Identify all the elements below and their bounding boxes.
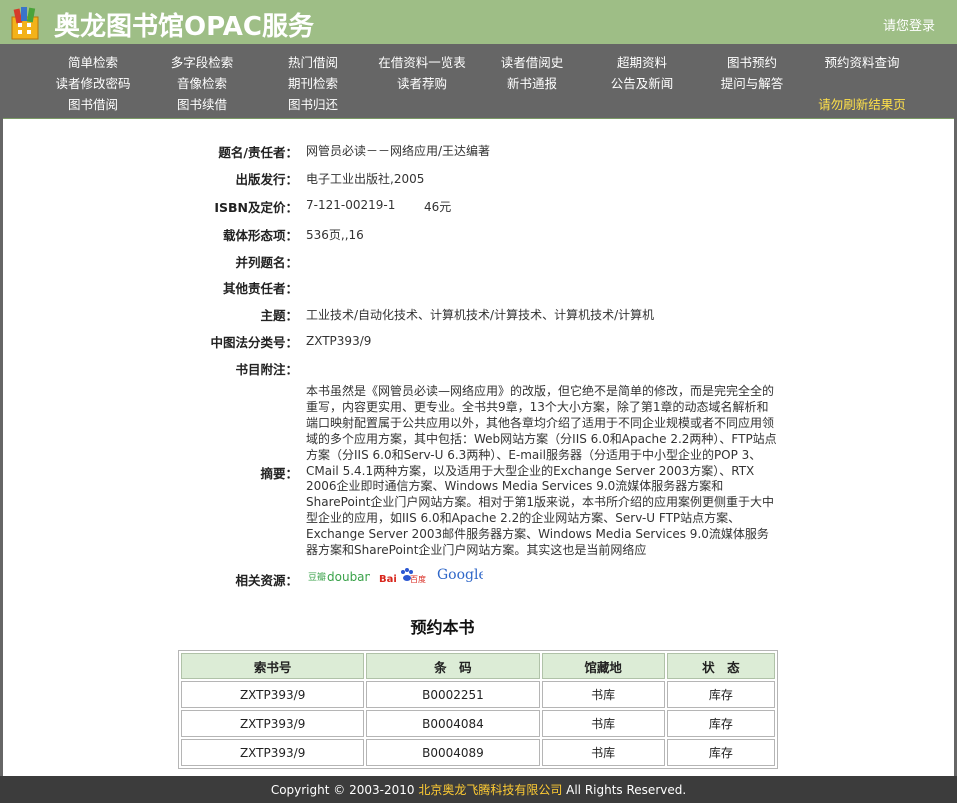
nav-book-reservation[interactable]: 图书预约 — [727, 52, 777, 71]
nav-change-password[interactable]: 读者修改密码 — [55, 73, 130, 92]
call-number-cell: ZXTP393/9 — [181, 710, 365, 737]
title-author-label: 题名/责任者： — [218, 145, 298, 160]
col-status-header: 状 态 — [666, 653, 775, 679]
footer: Copyright © 2003-2010 北京奥龙飞腾科技有限公司 All R… — [0, 776, 957, 803]
location-cell: 书库 — [541, 710, 665, 737]
nav-hot-loans[interactable]: 热门借阅 — [288, 52, 338, 71]
related-resources-label: 相关资源： — [235, 573, 298, 588]
nav-multi-field-search[interactable]: 多字段检索 — [171, 52, 234, 71]
douban-link[interactable]: 豆瓣 douban — [308, 566, 372, 586]
nav-reader-recommend[interactable]: 读者荐购 — [397, 73, 447, 92]
site-title: 奥龙图书馆OPAC服务 — [54, 12, 314, 42]
nav-simple-search[interactable]: 简单检索 — [68, 52, 118, 71]
no-refresh-notice: 请勿刷新结果页 — [818, 97, 906, 112]
location-cell: 书库 — [541, 681, 665, 708]
nav-journal-search[interactable]: 期刊检索 — [288, 73, 338, 92]
nav-current-loans[interactable]: 在借资料一览表 — [378, 52, 466, 71]
baidu-link[interactable]: Bai 百度 — [379, 566, 427, 586]
nav-faq[interactable]: 提问与解答 — [721, 73, 784, 92]
baidu-logo-icon: Bai 百度 — [379, 568, 426, 585]
holdings-table: 索书号 条 码 馆藏地 状 态 ZXTP393/9 B0002251 书库 库存… — [178, 650, 778, 769]
physical-desc-value: 536页,,16 — [306, 228, 364, 242]
subject-value: 工业技术/自动化技术、计算机技术/计算技术、计算机技术/计算机 — [306, 308, 655, 322]
baidu-logo-en: Bai — [379, 574, 397, 585]
call-number-cell: ZXTP393/9 — [181, 681, 365, 708]
notes-label: 书目附注： — [235, 362, 298, 377]
nav-new-books[interactable]: 新书通报 — [507, 73, 557, 92]
login-link[interactable]: 请您登录 — [883, 15, 935, 34]
clc-number-value: ZXTP393/9 — [306, 334, 372, 348]
barcode-cell: B0002251 — [366, 681, 540, 708]
abstract-text: 本书虽然是《网管员必读—网络应用》的改版，但它绝不是简单的修改，而是完完全全的重… — [306, 384, 777, 558]
status-cell: 库存 — [666, 681, 775, 708]
google-logo-icon: Google — [437, 567, 487, 583]
douban-logo-en: douban — [327, 570, 370, 584]
other-author-label: 其他责任者： — [222, 281, 298, 296]
copyright-suffix: All Rights Reserved. — [562, 783, 687, 797]
nav-book-renew[interactable]: 图书续借 — [177, 94, 227, 113]
table-row: ZXTP393/9 B0002251 书库 库存 — [181, 681, 775, 708]
table-header-row: 索书号 条 码 馆藏地 状 态 — [181, 653, 775, 679]
barcode-cell: B0004084 — [366, 710, 540, 737]
nav-book-return[interactable]: 图书归还 — [288, 94, 338, 113]
col-barcode-header: 条 码 — [366, 653, 540, 679]
subject-label: 主题： — [260, 308, 298, 323]
publisher-label: 出版发行： — [235, 172, 298, 187]
physical-desc-label: 载体形态项： — [222, 228, 298, 243]
parallel-title-label: 并列题名： — [235, 255, 298, 270]
status-cell: 库存 — [666, 739, 775, 766]
company-link[interactable]: 北京奥龙飞腾科技有限公司 — [418, 783, 562, 797]
header-divider — [3, 118, 954, 119]
baidu-logo-cn: 百度 — [410, 574, 426, 584]
title-author-value: 网管员必读－－网络应用/王达编著 — [306, 144, 491, 158]
abstract-label: 摘要： — [260, 466, 298, 481]
col-call-number-header: 索书号 — [181, 653, 365, 679]
google-logo-text: Google — [437, 567, 483, 583]
table-row: ZXTP393/9 B0004084 书库 库存 — [181, 710, 775, 737]
col-location-header: 馆藏地 — [541, 653, 665, 679]
nav-announcements[interactable]: 公告及新闻 — [611, 73, 674, 92]
nav-overdue-items[interactable]: 超期资料 — [617, 52, 667, 71]
douban-logo-icon: 豆瓣 douban — [308, 570, 372, 584]
google-link[interactable]: Google — [437, 564, 487, 586]
frame-left-border — [0, 44, 3, 803]
status-cell: 库存 — [666, 710, 775, 737]
douban-logo-cn: 豆瓣 — [308, 572, 326, 583]
copyright-prefix: Copyright © 2003-2010 — [270, 783, 419, 797]
nav-book-borrow[interactable]: 图书借阅 — [68, 94, 118, 113]
nav-reservation-query[interactable]: 预约资料查询 — [824, 52, 899, 71]
main-navigation: 简单检索 多字段检索 热门借阅 在借资料一览表 读者借阅史 超期资料 图书预约 … — [3, 44, 954, 118]
isbn-price-label: ISBN及定价： — [214, 200, 298, 215]
call-number-cell: ZXTP393/9 — [181, 739, 365, 766]
nav-reader-history[interactable]: 读者借阅史 — [501, 52, 564, 71]
nav-av-search[interactable]: 音像检索 — [177, 73, 227, 92]
library-books-logo-icon — [11, 7, 39, 40]
clc-number-label: 中图法分类号： — [210, 335, 298, 350]
price-value: 46元 — [424, 200, 452, 214]
site-header: 奥龙图书馆OPAC服务 请您登录 — [0, 0, 957, 44]
barcode-cell: B0004089 — [366, 739, 540, 766]
publisher-value: 电子工业出版社,2005 — [306, 172, 425, 186]
reserve-section-title: 预约本书 — [410, 618, 475, 637]
location-cell: 书库 — [541, 739, 665, 766]
isbn-value: 7-121-00219-1 — [306, 198, 396, 212]
table-row: ZXTP393/9 B0004089 书库 库存 — [181, 739, 775, 766]
